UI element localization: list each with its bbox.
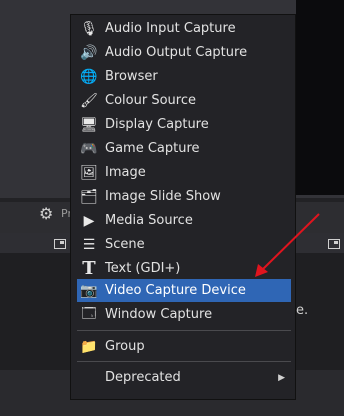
menu-item-colour-source[interactable]: 🖌 Colour Source	[71, 89, 295, 112]
menu-item-audio-output-capture[interactable]: 🔊 Audio Output Capture	[71, 41, 295, 64]
brush-icon: 🖌	[80, 92, 98, 109]
menu-item-scene[interactable]: ☰ Scene	[71, 233, 295, 256]
gear-icon[interactable]: ⚙	[39, 205, 57, 223]
menu-item-group[interactable]: 📁 Group	[71, 335, 295, 358]
play-icon: ▶	[83, 212, 95, 229]
menu-item-text-gdi[interactable]: T Text (GDI+)	[71, 257, 295, 280]
folder-icon: 📁	[80, 338, 98, 355]
slideshow-icon: 🗂	[80, 188, 98, 205]
menu-item-label: Deprecated	[105, 370, 181, 385]
globe-icon: 🌐	[80, 68, 98, 85]
menu-item-label: Display Capture	[105, 117, 209, 132]
menu-item-label: Audio Input Capture	[105, 21, 236, 36]
image-icon: 🖼	[80, 164, 98, 181]
list-icon: ☰	[82, 236, 96, 253]
menu-item-image-slide-show[interactable]: 🗂 Image Slide Show	[71, 185, 295, 208]
menu-item-video-capture-device[interactable]: 📷 Video Capture Device	[77, 279, 291, 302]
menu-item-label: Game Capture	[105, 141, 200, 156]
scenes-panel	[0, 233, 70, 370]
menu-item-label: Colour Source	[105, 93, 196, 108]
menu-item-browser[interactable]: 🌐 Browser	[71, 65, 295, 88]
menu-separator	[77, 330, 291, 331]
window-icon: 🗔	[81, 305, 97, 322]
menu-item-audio-input-capture[interactable]: 🎙 Audio Input Capture	[71, 17, 295, 40]
camera-icon: 📷	[80, 282, 98, 299]
menu-item-label: Media Source	[105, 213, 193, 228]
menu-item-deprecated[interactable]: Deprecated ▶	[71, 366, 295, 389]
menu-item-label: Browser	[105, 69, 158, 84]
menu-item-label: Video Capture Device	[105, 283, 246, 298]
menu-item-label: Text (GDI+)	[105, 261, 181, 276]
add-source-context-menu: 🎙 Audio Input Capture 🔊 Audio Output Cap…	[70, 14, 296, 400]
menu-item-media-source[interactable]: ▶ Media Source	[71, 209, 295, 232]
microphone-icon: 🎙	[80, 20, 98, 37]
undock-icon[interactable]	[54, 239, 66, 249]
menu-item-display-capture[interactable]: 🖥 Display Capture	[71, 113, 295, 136]
mixer-panel	[296, 233, 344, 370]
monitor-icon: 🖥	[80, 116, 98, 133]
menu-item-label: Window Capture	[105, 307, 213, 322]
preview-canvas	[296, 0, 344, 195]
menu-item-label: Image Slide Show	[105, 189, 221, 204]
menu-item-image[interactable]: 🖼 Image	[71, 161, 295, 184]
undock-icon[interactable]	[328, 239, 340, 249]
panel-text-fragment: e.	[296, 303, 309, 318]
text-icon: T	[82, 258, 96, 279]
menu-item-label: Audio Output Capture	[105, 45, 248, 60]
menu-item-label: Scene	[105, 237, 145, 252]
menu-item-label: Image	[105, 165, 146, 180]
menu-separator	[77, 361, 291, 362]
menu-item-window-capture[interactable]: 🗔 Window Capture	[71, 303, 295, 326]
speaker-icon: 🔊	[80, 44, 98, 61]
gamepad-icon: 🎮	[80, 140, 98, 157]
menu-item-game-capture[interactable]: 🎮 Game Capture	[71, 137, 295, 160]
chevron-right-icon: ▶	[278, 372, 285, 383]
menu-item-label: Group	[105, 339, 145, 354]
